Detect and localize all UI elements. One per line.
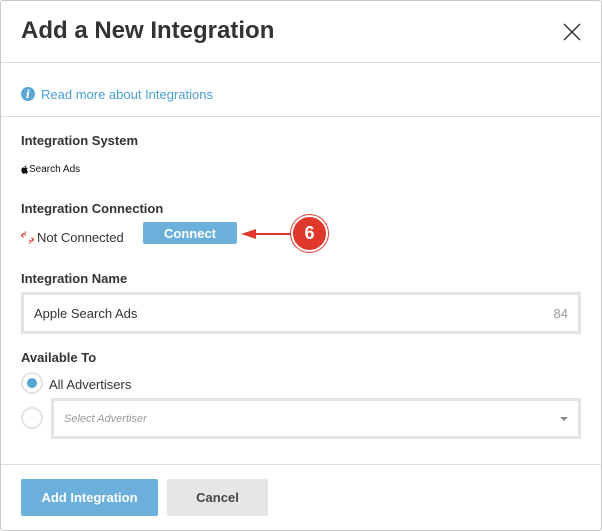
annotation-arrow (241, 229, 293, 239)
available-to-label: Available To (21, 350, 97, 365)
add-integration-dialog: Add a New Integration i Read more about … (0, 0, 602, 531)
info-row: i Read more about Integrations (21, 85, 213, 103)
dialog-header: Add a New Integration (1, 1, 601, 63)
connect-button[interactable]: Connect (143, 222, 237, 244)
unlink-icon (21, 231, 34, 244)
close-icon[interactable] (561, 21, 583, 43)
logo-text: Search Ads (29, 164, 81, 175)
advertiser-select[interactable]: Select Advertiser (51, 398, 581, 439)
integration-system-label: Integration System (21, 133, 139, 148)
integration-connection-label: Integration Connection (21, 201, 164, 216)
select-advertiser-radio[interactable] (21, 407, 43, 429)
apple-search-ads-logo: Search Ads (21, 164, 80, 175)
add-integration-button[interactable]: Add Integration (21, 479, 158, 516)
read-more-link[interactable]: Read more about Integrations (41, 87, 213, 102)
divider (1, 116, 601, 117)
advertiser-select-placeholder: Select Advertiser (64, 412, 147, 425)
all-advertisers-label: All Advertisers (49, 377, 132, 392)
cancel-button[interactable]: Cancel (167, 479, 268, 516)
integration-name-input[interactable]: Apple Search Ads 84 (21, 292, 581, 334)
integration-name-value: Apple Search Ads (34, 305, 138, 321)
chevron-down-icon (560, 416, 568, 421)
connection-status: Not Connected (21, 230, 124, 245)
all-advertisers-radio[interactable] (21, 372, 43, 394)
info-icon: i (21, 87, 35, 101)
apple-icon (21, 165, 28, 174)
char-counter: 84 (553, 305, 568, 321)
integration-name-label: Integration Name (21, 271, 128, 286)
annotation-badge: 6 (291, 215, 328, 252)
dialog-title: Add a New Integration (21, 17, 275, 44)
status-text: Not Connected (37, 230, 124, 245)
